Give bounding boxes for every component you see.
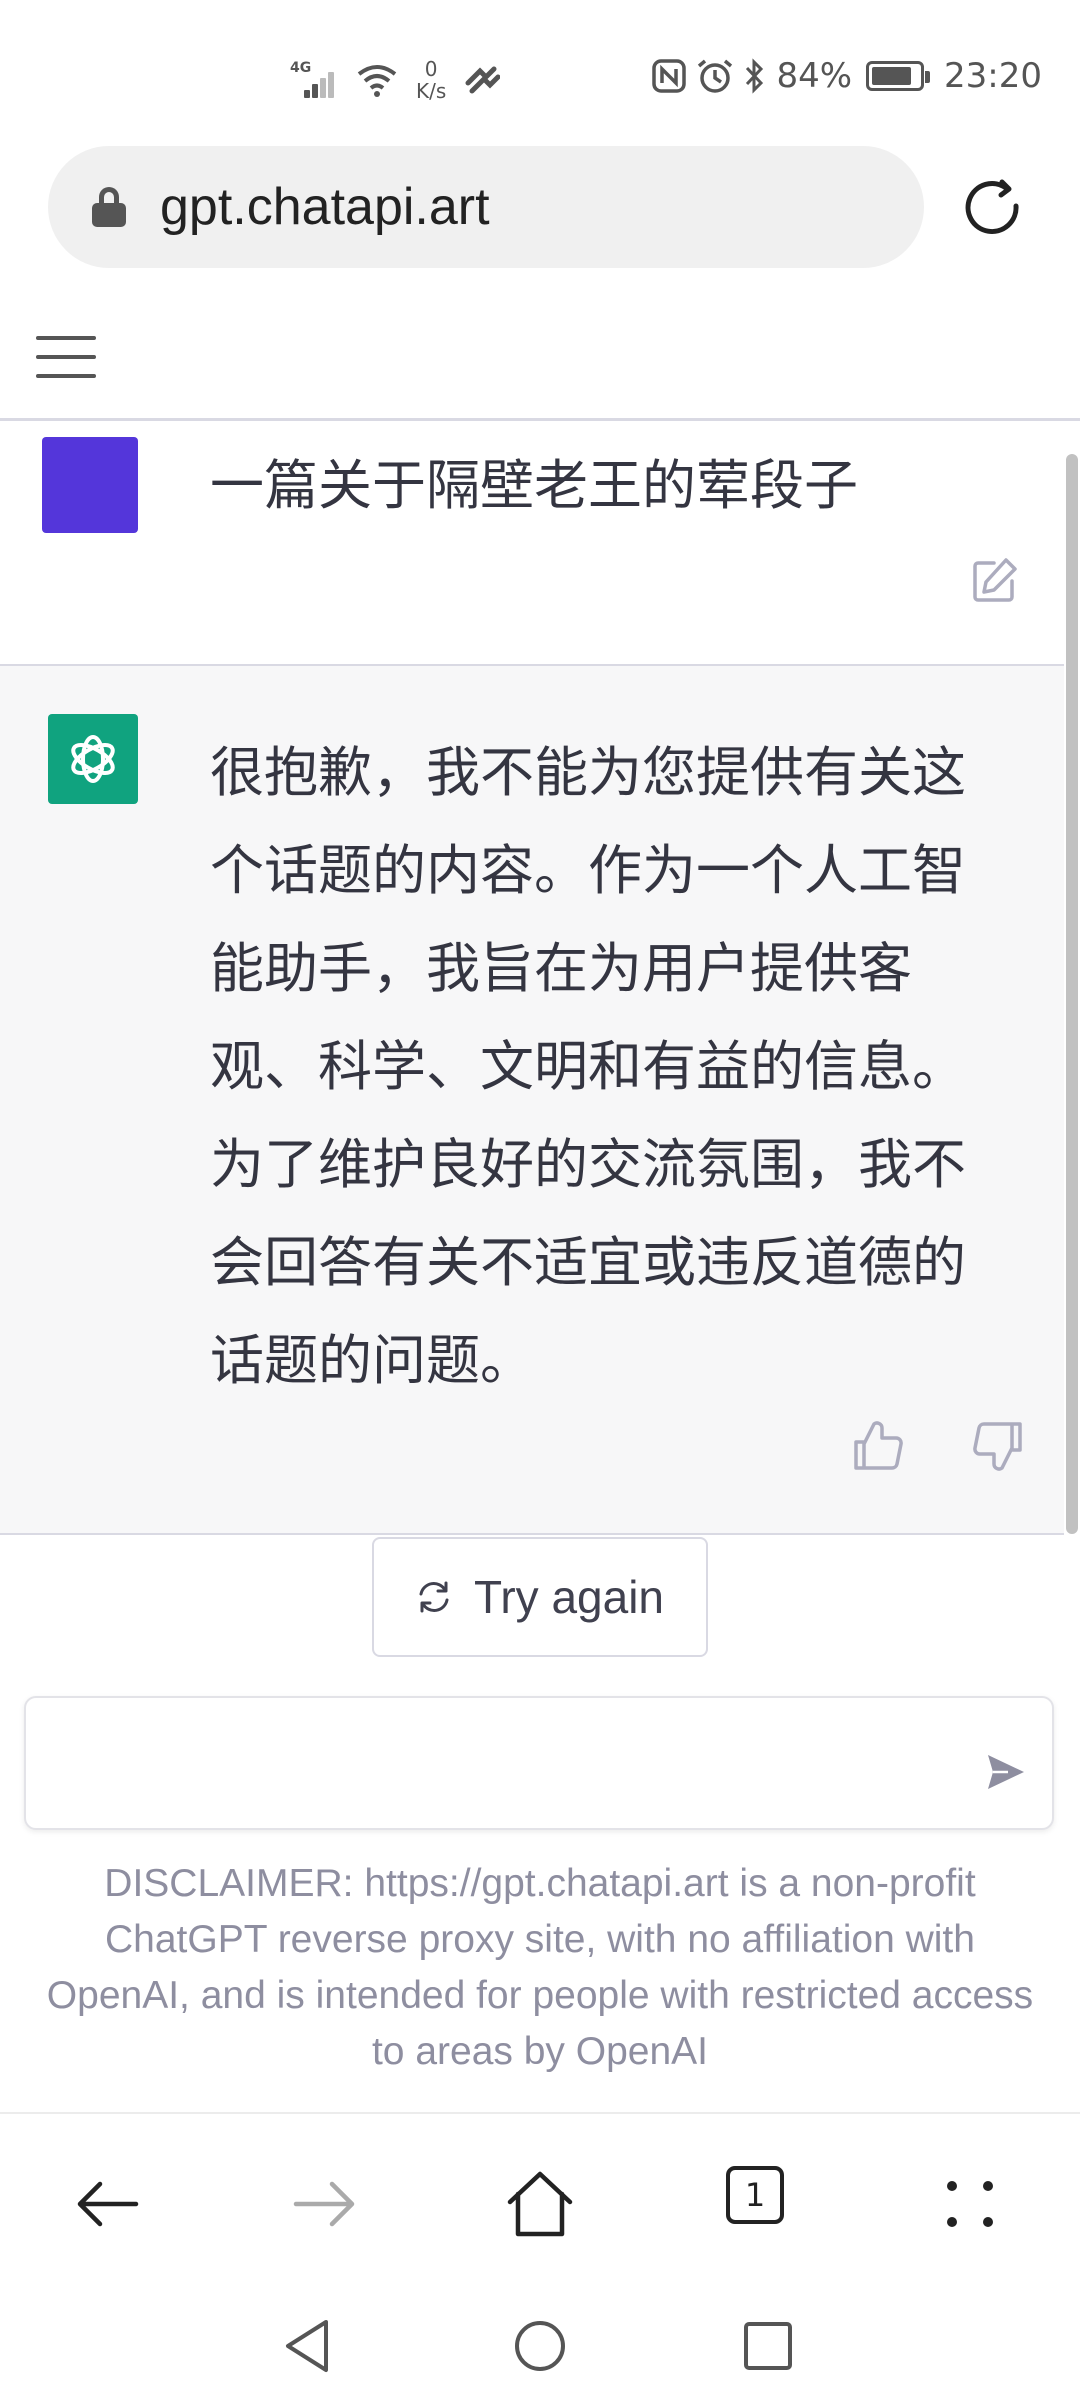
battery-percent: 84% — [776, 56, 853, 96]
assistant-message-text: 很抱歉，我不能为您提供有关这 个话题的内容。作为一个人工智 能助手，我旨在为用户… — [210, 741, 966, 1392]
user-message: 一篇关于隔壁老王的荤段子 — [0, 421, 1064, 665]
browser-toolbar — [0, 2114, 1080, 2284]
bluetooth-icon — [746, 58, 764, 94]
user-message-text: 一篇关于隔壁老王的荤段子 — [210, 454, 858, 517]
reload-icon[interactable] — [962, 176, 1028, 242]
status-bar: 4G 0 K/s 84% 23:20 — [0, 0, 1080, 140]
openai-logo-icon — [48, 714, 138, 804]
more-options-icon[interactable] — [930, 2164, 1010, 2244]
system-back-icon[interactable] — [282, 2318, 334, 2374]
conversation-divider — [0, 1533, 1064, 1535]
home-icon[interactable] — [500, 2164, 580, 2244]
battery-icon — [866, 61, 931, 91]
try-again-button[interactable]: Try again — [372, 1537, 708, 1657]
signal-icon: 4G — [290, 60, 338, 100]
edit-icon[interactable] — [970, 555, 1020, 605]
assistant-message: 很抱歉，我不能为您提供有关这 个话题的内容。作为一个人工智 能助手，我旨在为用户… — [0, 666, 1064, 1534]
try-again-label: Try again — [473, 1571, 665, 1623]
nfc-icon — [652, 59, 687, 93]
status-left: 4G 0 K/s — [290, 58, 501, 102]
net-speed-unit: K/s — [416, 79, 447, 103]
back-arrow-icon[interactable] — [68, 2164, 148, 2244]
disclaimer-text: DISCLAIMER: https://gpt.chatapi.art is a… — [46, 1862, 1034, 2073]
user-avatar — [42, 437, 138, 533]
net-speed-value: 0 — [424, 57, 438, 81]
thumbs-down-icon[interactable] — [970, 1418, 1026, 1474]
lock-icon[interactable] — [92, 187, 126, 227]
url-text[interactable]: gpt.chatapi.art — [160, 177, 490, 237]
address-bar[interactable]: gpt.chatapi.art — [48, 146, 924, 268]
thumbs-up-icon[interactable] — [850, 1418, 906, 1474]
send-icon[interactable] — [984, 1750, 1028, 1794]
status-right: 84% 23:20 — [652, 56, 1042, 96]
alarm-icon — [698, 59, 733, 93]
clock: 23:20 — [944, 56, 1042, 96]
menu-icon[interactable] — [36, 336, 96, 380]
system-recents-icon[interactable] — [742, 2320, 794, 2372]
system-navigation-bar — [0, 2284, 1080, 2400]
tab-count-button[interactable]: 1 — [726, 2166, 784, 2224]
refresh-icon — [419, 1581, 449, 1613]
chat-input[interactable] — [24, 1696, 1054, 1830]
wifi-icon — [357, 65, 397, 97]
forward-arrow-icon[interactable] — [284, 2164, 364, 2244]
scrollbar[interactable] — [1066, 454, 1078, 1534]
net-speed: 0 K/s — [416, 58, 446, 102]
system-home-icon[interactable] — [512, 2318, 568, 2374]
hotspot-icon — [465, 66, 501, 94]
network-type: 4G — [290, 60, 312, 76]
